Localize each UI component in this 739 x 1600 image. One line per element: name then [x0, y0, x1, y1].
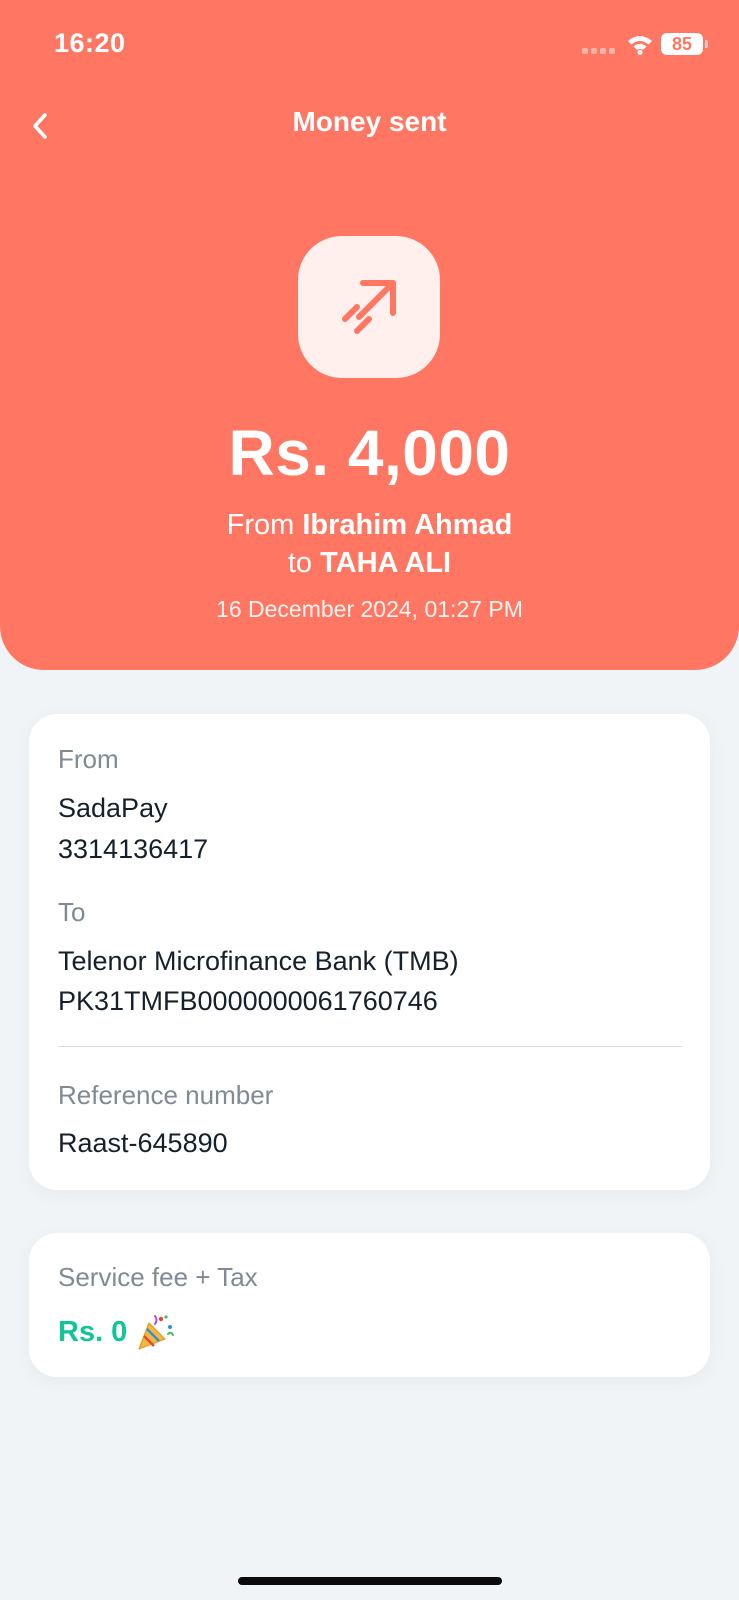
transaction-parties: From Ibrahim Ahmad to TAHA ALI [0, 506, 739, 582]
reference-number-label: Reference number [58, 1080, 274, 1110]
to-label: To [58, 897, 86, 927]
to-account-iban: PK31TMFB0000000061760746 [58, 986, 438, 1016]
service-fee-label: Service fee + Tax [58, 1262, 258, 1292]
sender-name: Ibrahim Ahmad [302, 509, 513, 541]
party-popper-icon [138, 1315, 175, 1350]
from-account-number: 3314136417 [58, 834, 209, 864]
from-provider: SadaPay [58, 793, 168, 823]
transaction-header: 16:20 85 Money sent Rs. 4,000 From Ibrah… [0, 0, 739, 670]
page-title: Money sent [292, 106, 447, 137]
wifi-icon [626, 33, 654, 55]
divider [58, 1046, 682, 1047]
transaction-datetime: 16 December 2024, 01:27 PM [216, 596, 523, 622]
recipient-name: TAHA ALI [320, 547, 452, 579]
to-prefix: to [287, 547, 313, 579]
service-fee-card: Service fee + Tax Rs. 0 [29, 1233, 710, 1377]
arrow-up-right-icon [342, 280, 396, 334]
from-prefix: From [226, 509, 295, 541]
to-bank-name: Telenor Microfinance Bank (TMB) [58, 946, 459, 976]
reference-number-value: Raast-645890 [58, 1128, 228, 1158]
transaction-type-badge [298, 236, 440, 378]
transaction-details-card: From SadaPay 3314136417 To Telenor Micro… [29, 714, 710, 1190]
transaction-amount: Rs. 4,000 [228, 417, 511, 489]
service-fee-amount: Rs. 0 [58, 1315, 128, 1348]
sender-line: From Ibrahim Ahmad [0, 506, 739, 544]
home-indicator[interactable] [238, 1577, 502, 1585]
battery-tip [705, 40, 708, 48]
status-bar-time: 16:20 [54, 28, 126, 58]
cellular-signal-icon [582, 48, 616, 54]
from-label: From [58, 744, 119, 774]
recipient-line: to TAHA ALI [0, 544, 739, 582]
battery-indicator: 85 [661, 33, 703, 55]
service-fee-value-row: Rs. 0 [58, 1313, 175, 1351]
